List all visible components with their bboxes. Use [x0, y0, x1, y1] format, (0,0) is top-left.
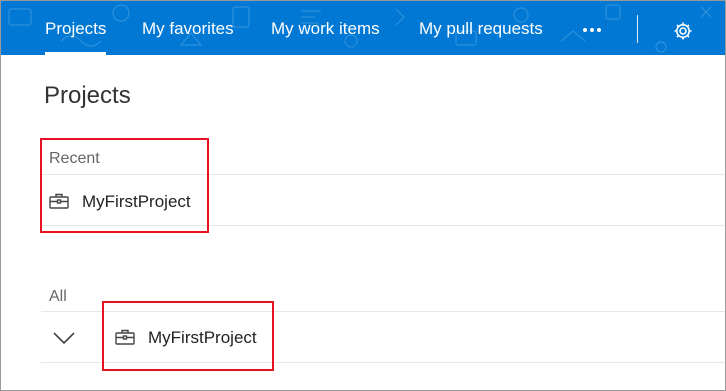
recent-project-item[interactable]: MyFirstProject: [45, 187, 215, 217]
recent-section-label: Recent: [49, 150, 100, 167]
recent-project-name: MyFirstProject: [82, 192, 191, 211]
nav-divider: [637, 15, 638, 43]
all-project-name: MyFirstProject: [148, 328, 257, 347]
top-navigation-bar: Projects My favorites My work items My p…: [1, 1, 725, 55]
all-bottom-divider: [41, 362, 725, 363]
all-project-item[interactable]: MyFirstProject: [111, 323, 271, 353]
tab-my-work-items[interactable]: My work items: [271, 18, 380, 40]
tab-my-favorites[interactable]: My favorites: [142, 18, 234, 40]
briefcase-icon: [115, 329, 135, 345]
page-title: Projects: [44, 82, 131, 109]
briefcase-icon: [49, 193, 69, 209]
chevron-down-icon[interactable]: [53, 331, 75, 345]
gear-icon[interactable]: [673, 21, 693, 41]
all-top-divider: [41, 311, 725, 312]
recent-bottom-divider: [41, 225, 725, 226]
tab-my-pull-requests[interactable]: My pull requests: [419, 18, 543, 40]
ellipsis-icon[interactable]: [582, 19, 604, 39]
tab-projects[interactable]: Projects: [45, 18, 107, 55]
recent-top-divider: [41, 174, 725, 175]
window-frame: Projects My favorites My work items My p…: [0, 0, 726, 391]
all-section-label: All: [49, 288, 67, 305]
